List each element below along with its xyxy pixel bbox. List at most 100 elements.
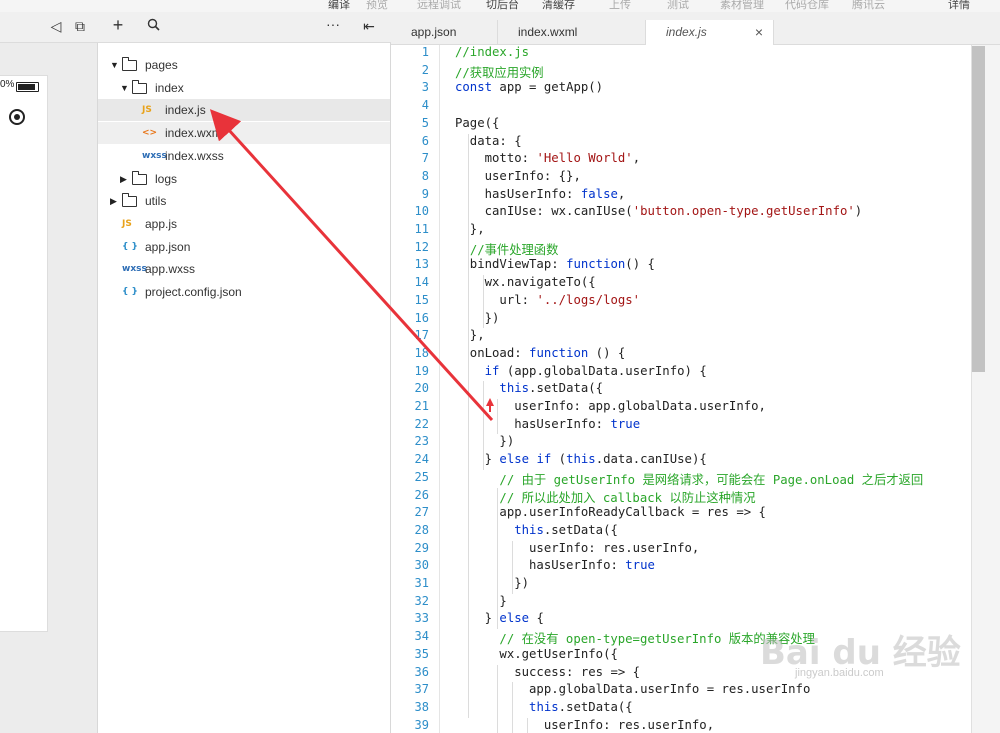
code-line[interactable]: hasUserInfo: false,: [455, 187, 626, 201]
tree-file[interactable]: { } app.json: [98, 236, 390, 258]
caret-down-icon[interactable]: ▼: [120, 77, 129, 99]
menu-item[interactable]: 上传: [609, 0, 631, 12]
tab-label: index.js: [666, 25, 707, 39]
code-line[interactable]: },: [455, 222, 485, 236]
menu-item[interactable]: 远程调试: [417, 0, 461, 12]
tree-item-label: app.wxss: [145, 262, 196, 277]
menu-item[interactable]: 代码仓库: [785, 0, 829, 12]
line-number: 31: [414, 576, 429, 590]
code-line[interactable]: }: [455, 594, 506, 608]
code-line[interactable]: }): [455, 576, 529, 590]
search-icon[interactable]: [145, 18, 161, 34]
volume-icon[interactable]: ◁: [48, 18, 64, 34]
tree-item-label: index.wxml: [165, 126, 225, 141]
tree-folder[interactable]: ▼ pages: [98, 54, 390, 76]
gutter-divider: [439, 45, 440, 733]
code-line[interactable]: bindViewTap: function() {: [455, 257, 655, 271]
code-line[interactable]: wx.getUserInfo({: [455, 647, 617, 661]
line-number: 21: [414, 399, 429, 413]
tree-file[interactable]: wxss index.wxss: [98, 145, 390, 167]
tab-index-js[interactable]: index.js ×: [646, 20, 774, 45]
detach-window-icon[interactable]: ⧉: [72, 18, 88, 34]
code-line[interactable]: this.setData({: [455, 381, 603, 395]
tree-file[interactable]: wxss app.wxss: [98, 258, 390, 280]
code-line[interactable]: // 由于 getUserInfo 是网络请求，可能会在 Page.onLoad…: [455, 470, 923, 488]
editor-tabs: app.json index.wxml index.js ×: [391, 20, 1000, 45]
code-line[interactable]: //获取应用实例: [455, 63, 544, 81]
code-line[interactable]: data: {: [455, 134, 522, 148]
code-line[interactable]: //index.js: [455, 45, 529, 59]
indent-guide: [497, 664, 499, 733]
line-number: 35: [414, 646, 429, 661]
menu-item[interactable]: 清缓存: [542, 0, 575, 12]
js-file-icon: JS: [142, 105, 152, 116]
code-line[interactable]: onLoad: function () {: [455, 346, 626, 360]
line-number: 36: [414, 664, 429, 679]
code-line[interactable]: userInfo: {},: [455, 169, 581, 183]
code-line[interactable]: } else if (this.data.canIUse){: [455, 452, 707, 466]
code-line[interactable]: userInfo: app.globalData.userInfo,: [455, 399, 766, 413]
close-icon[interactable]: ×: [755, 20, 763, 44]
json-file-icon: { }: [122, 287, 138, 297]
code-line[interactable]: this.setData({: [455, 700, 633, 714]
line-number: 39: [414, 717, 429, 732]
line-number: 37: [414, 682, 429, 697]
code-line[interactable]: app.userInfoReadyCallback = res => {: [455, 505, 766, 519]
code-line[interactable]: if (app.globalData.userInfo) {: [455, 364, 707, 378]
line-number: 29: [414, 540, 429, 555]
line-number: 12: [414, 239, 429, 254]
indent-guide: [482, 275, 484, 329]
line-number: 28: [414, 522, 429, 537]
code-line[interactable]: },: [455, 328, 485, 342]
menu-item[interactable]: 素材管理: [720, 0, 764, 12]
code-line[interactable]: // 所以此处加入 callback 以防止这种情况: [455, 488, 755, 506]
record-button-icon[interactable]: [9, 109, 25, 125]
tree-folder[interactable]: ▶ logs: [98, 168, 390, 190]
line-number: 2: [421, 62, 429, 77]
menu-item[interactable]: 预览: [366, 0, 388, 12]
code-line[interactable]: motto: 'Hello World',: [455, 151, 640, 165]
code-line[interactable]: }): [455, 311, 500, 325]
line-number: 25: [414, 469, 429, 484]
code-line[interactable]: this.setData({: [455, 523, 618, 537]
code-line[interactable]: wx.navigateTo({: [455, 275, 596, 289]
tree-folder[interactable]: ▼ index: [98, 77, 390, 99]
tree-file[interactable]: JS index.js: [98, 99, 390, 122]
tree-file[interactable]: JS app.js: [98, 213, 390, 235]
code-line[interactable]: app.globalData.userInfo = res.userInfo: [455, 682, 810, 696]
menu-item[interactable]: 腾讯云: [852, 0, 885, 12]
menu-item[interactable]: 测试: [667, 0, 689, 12]
code-line[interactable]: userInfo: res.userInfo,: [455, 541, 699, 555]
code-line[interactable]: //事件处理函数: [455, 240, 559, 258]
caret-right-icon[interactable]: ▶: [110, 190, 117, 212]
add-file-icon[interactable]: +: [110, 16, 126, 34]
folder-icon: [132, 170, 147, 185]
tab-index-wxml[interactable]: index.wxml: [498, 20, 646, 44]
line-number: 6: [421, 133, 429, 148]
tab-app-json[interactable]: app.json: [391, 20, 498, 44]
tree-folder[interactable]: ▶ utils: [98, 190, 390, 212]
code-line[interactable]: }): [455, 434, 514, 448]
line-number: 27: [414, 505, 429, 520]
caret-right-icon[interactable]: ▶: [120, 168, 127, 190]
menu-item[interactable]: 切后台: [486, 0, 519, 12]
menu-item[interactable]: 详情: [948, 0, 970, 12]
code-line[interactable]: const app = getApp(): [455, 80, 603, 94]
more-icon[interactable]: ···: [325, 16, 341, 32]
caret-down-icon[interactable]: ▼: [110, 54, 119, 76]
collapse-panel-icon[interactable]: ⇤: [361, 18, 377, 34]
menu-item[interactable]: 编译: [328, 0, 350, 12]
indent-guide: [512, 682, 514, 733]
code-line[interactable]: canIUse: wx.canIUse('button.open-type.ge…: [455, 204, 863, 218]
code-line[interactable]: hasUserInfo: true: [455, 558, 655, 572]
code-line[interactable]: userInfo: res.userInfo,: [455, 718, 714, 732]
phone-screen: 0%: [0, 75, 48, 632]
tab-label: index.wxml: [518, 25, 578, 39]
code-line[interactable]: success: res => {: [455, 665, 640, 679]
code-line[interactable]: Page({: [455, 116, 499, 130]
line-number: 19: [414, 363, 429, 378]
tree-file[interactable]: { } project.config.json: [98, 281, 390, 303]
tree-file[interactable]: <> index.wxml: [98, 122, 390, 145]
indent-guide: [482, 381, 484, 470]
editor-scrollbar-thumb[interactable]: [972, 46, 985, 372]
